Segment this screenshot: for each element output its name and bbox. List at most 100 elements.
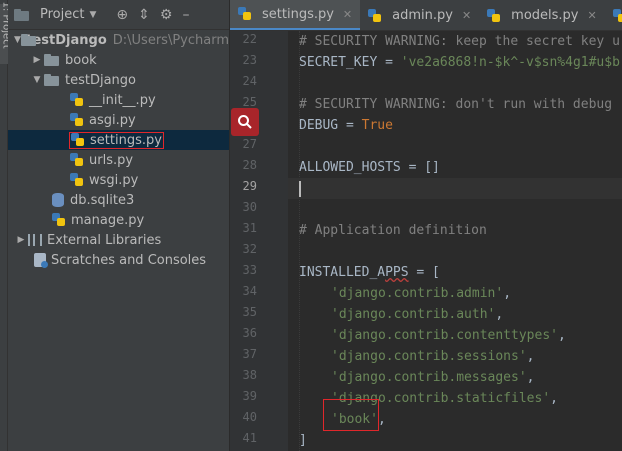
line-number: 40 [242,410,257,424]
line-number-gutter: 22 23 24 25 26 27 28 29 30 31 32 33 34 3… [230,31,288,451]
scratches-icon [34,253,48,268]
line-number: 30 [242,200,257,214]
project-panel-header: Project ▼ ⊕ ⇕ ⚙ – [8,0,229,30]
libraries-icon [28,234,42,246]
tree-item-settings-py[interactable]: settings.py [8,130,229,150]
chevron-down-icon[interactable]: ▼ [30,75,44,85]
python-file-icon [70,153,84,167]
tree-item-label: settings.py [90,132,162,148]
tree-item-label: Scratches and Consoles [51,252,207,268]
hide-panel-icon[interactable]: – [182,7,189,23]
tree-item-label: db.sqlite3 [70,192,135,208]
tree-item-testdjango-package[interactable]: ▼ testDjango [8,70,229,90]
chevron-right-icon[interactable]: ▶ [14,235,28,245]
python-file-icon [612,8,622,23]
project-panel-title: Project [40,7,85,22]
tree-item-label: External Libraries [47,232,162,248]
editor-tab-bar: settings.py ✕ admin.py ✕ models.py ✕ 000… [230,0,622,31]
spellcheck-typo: PPS [385,265,409,280]
folder-icon [44,54,60,66]
chevron-down-icon[interactable]: ▼ [14,35,21,45]
python-file-icon [52,213,66,227]
close-icon[interactable]: ✕ [462,9,471,22]
line-number: 41 [242,431,257,445]
tree-item-label: asgi.py [89,112,136,128]
line-number: 22 [242,32,257,46]
project-view-selector[interactable]: Project ▼ [14,7,96,22]
line-number-current: 29 [242,179,257,193]
tab-label: settings.py [262,6,334,22]
project-path: D:\Users\Pycharm [112,32,229,48]
line-number: 36 [242,326,257,340]
code-line-33: INSTALLED_APPS = [ [299,265,440,280]
code-line-22: # SECURITY WARNING: keep the secret key … [299,34,620,49]
project-panel: Project ▼ ⊕ ⇕ ⚙ – ▼ testDjango D:\Users\… [8,0,230,451]
code-line-26: DEBUG = True [299,118,393,133]
code-line-31: # Application definition [299,223,487,238]
code-line-25: # SECURITY WARNING: don't run with debug [299,97,613,112]
tree-item-label: testDjango [65,72,136,88]
project-tree: ▼ testDjango D:\Users\Pycharm ▶ book ▼ t… [8,30,229,270]
code-line-28: ALLOWED_HOSTS = [] [299,160,440,175]
tree-item-scratches[interactable]: Scratches and Consoles [8,250,229,270]
tree-item-db-sqlite3[interactable]: db.sqlite3 [8,190,229,210]
chevron-right-icon[interactable]: ▶ [30,55,44,65]
tab-0001-initial[interactable]: 0001_in [605,0,622,30]
settings-highlight-box: settings.py [69,131,164,149]
line-number: 24 [242,74,257,88]
line-number: 33 [242,263,257,277]
line-number: 35 [242,305,257,319]
tree-item-book[interactable]: ▶ book [8,50,229,70]
line-number: 37 [242,347,257,361]
python-file-icon [71,133,85,147]
tree-item-label: testDjango [26,32,107,48]
project-tool-tab[interactable]: 1: Project [0,2,12,64]
tree-item-external-libraries[interactable]: ▶ External Libraries [8,230,229,250]
line-number: 39 [242,389,257,403]
chevron-down-icon: ▼ [89,9,97,20]
close-icon[interactable]: ✕ [588,9,597,22]
tab-admin-py[interactable]: admin.py ✕ [360,0,479,30]
python-file-icon [487,8,501,23]
python-file-icon [70,93,84,107]
code-line-35: 'django.contrib.auth', [331,307,504,322]
database-icon [52,193,64,207]
tree-item-label: manage.py [71,212,145,228]
folder-icon [44,74,60,86]
tab-models-py[interactable]: models.py ✕ [479,0,605,30]
tree-item-testdjango-root[interactable]: ▼ testDjango D:\Users\Pycharm [8,30,229,50]
line-number: 34 [242,284,257,298]
line-number: 27 [242,137,257,151]
tree-item-wsgi-py[interactable]: wsgi.py [8,170,229,190]
tree-item-urls-py[interactable]: urls.py [8,150,229,170]
tree-item-label: urls.py [89,152,134,168]
gear-icon[interactable]: ⚙ [160,7,173,23]
locate-target-icon[interactable]: ⊕ [116,7,128,23]
python-file-icon [368,8,382,23]
project-folder-icon [14,8,30,21]
code-line-37: 'django.contrib.sessions', [331,349,535,364]
python-file-icon [238,7,252,21]
search-icon [238,115,252,129]
code-line-41: ] [299,433,307,448]
tree-item-manage-py[interactable]: manage.py [8,210,229,230]
line-number: 31 [242,221,257,235]
code-line-23: SECRET_KEY = 've2a6868!n-$k^-v$sn%4g1#u$… [299,55,620,70]
collapse-all-icon[interactable]: ⇕ [138,7,150,23]
tab-label: models.py [511,8,579,23]
line-number: 32 [242,242,257,256]
code-editor[interactable]: # SECURITY WARNING: keep the secret key … [288,31,622,451]
search-button[interactable] [231,108,259,136]
tab-label: admin.py [392,8,453,23]
close-icon[interactable]: ✕ [343,8,352,21]
python-file-icon [70,113,84,127]
text-caret [299,180,301,197]
tool-window-strip: 1: Project [0,0,12,451]
tree-item-asgi-py[interactable]: asgi.py [8,110,229,130]
line-number: 38 [242,368,257,382]
code-line-34: 'django.contrib.admin', [331,286,512,301]
tree-item-init-py[interactable]: __init__.py [8,90,229,110]
tab-settings-py[interactable]: settings.py ✕ [230,0,361,30]
tree-item-label: book [65,52,97,68]
tree-item-label: __init__.py [89,92,156,108]
